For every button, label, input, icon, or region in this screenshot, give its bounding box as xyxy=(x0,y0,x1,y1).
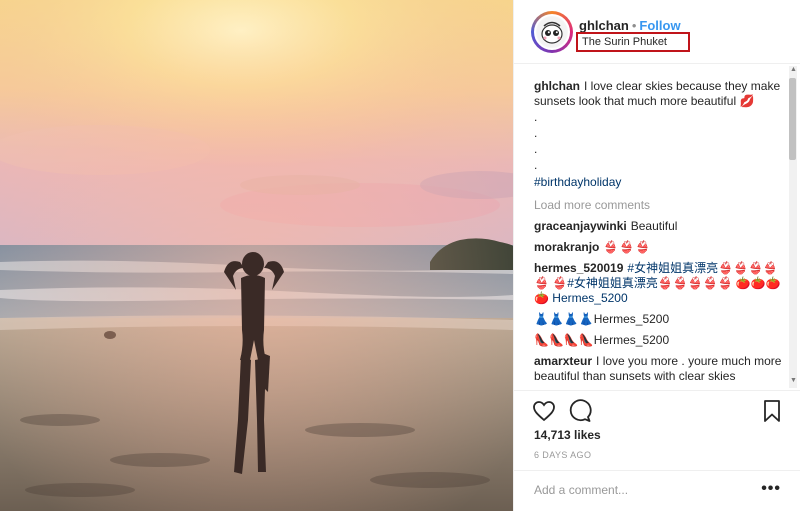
post-header: ghlchan • Follow The Surin Phuket xyxy=(514,0,800,64)
story-ring[interactable] xyxy=(531,11,573,53)
separator-dot: • xyxy=(631,18,637,33)
caption-dot-3: . xyxy=(534,142,538,156)
post-side-panel: ghlchan • Follow The Surin Phuket ghlchan I… xyxy=(513,0,800,511)
header-line: ghlchan • Follow xyxy=(579,18,681,33)
likes-count[interactable]: 14,713 likes xyxy=(534,428,601,442)
comment-username[interactable]: graceanjaywinki xyxy=(534,219,627,233)
header-username[interactable]: ghlchan xyxy=(579,18,629,33)
post-timestamp[interactable]: 6 DAYS AGO xyxy=(534,450,591,460)
comment-item: 👠👠👠👠Hermes_5200 xyxy=(534,333,786,348)
comment-item: amarxteur I love you more . youre much mo… xyxy=(534,354,786,384)
comment-text: 👙👙👙 xyxy=(603,240,652,254)
post-photo[interactable] xyxy=(0,0,513,511)
add-comment-input[interactable] xyxy=(534,483,754,497)
comments-list: ghlchan I love clear skies because they m… xyxy=(534,66,786,386)
heart-icon[interactable] xyxy=(532,399,556,423)
caption-dot-4: . xyxy=(534,158,538,172)
comment-text: 👗👗👗👗Hermes_5200 xyxy=(534,312,670,326)
scroll-down-arrow-icon[interactable]: ▼ xyxy=(790,377,797,384)
comment-username[interactable]: hermes_520019 xyxy=(534,261,623,275)
caption-dot-1: . xyxy=(534,110,538,124)
comment-item: 👗👗👗👗Hermes_5200 xyxy=(534,312,786,327)
scrollbar-thumb[interactable] xyxy=(789,78,796,160)
beach-sunset-image xyxy=(0,0,513,511)
instagram-post: ghlchan • Follow The Surin Phuket ghlchan I… xyxy=(0,0,800,511)
comment-item: hermes_520019 #女神姐姐真漂亮👙👙👙👙👙 👙#女神姐姐真漂亮👙👙👙👙… xyxy=(534,261,786,306)
caption: ghlchan I love clear skies because they m… xyxy=(534,79,786,190)
add-comment-bar: ••• xyxy=(514,470,800,511)
avatar[interactable] xyxy=(534,14,570,50)
post-actions xyxy=(514,390,800,428)
caption-dot-2: . xyxy=(534,126,538,140)
comment-item: graceanjaywinki Beautiful xyxy=(534,219,786,234)
scroll-up-arrow-icon[interactable]: ▲ xyxy=(790,66,797,73)
more-options-icon[interactable]: ••• xyxy=(761,481,781,497)
caption-username[interactable]: ghlchan xyxy=(534,79,580,93)
comment-text: 👠👠👠👠Hermes_5200 xyxy=(534,333,670,347)
comment-username[interactable]: amarxteur xyxy=(534,354,592,368)
comment-text: Beautiful xyxy=(630,219,678,233)
comment-username[interactable]: morakranjo xyxy=(534,240,599,254)
location-link[interactable]: The Surin Phuket xyxy=(576,32,690,52)
comment-item: morakranjo 👙👙👙 xyxy=(534,240,786,255)
comment-icon[interactable] xyxy=(568,399,592,423)
load-more-comments-button[interactable]: Load more comments xyxy=(534,198,786,213)
bookmark-icon[interactable] xyxy=(760,399,784,423)
hashtag-link[interactable]: #birthdayholiday xyxy=(534,175,786,190)
follow-button[interactable]: Follow xyxy=(639,18,680,33)
